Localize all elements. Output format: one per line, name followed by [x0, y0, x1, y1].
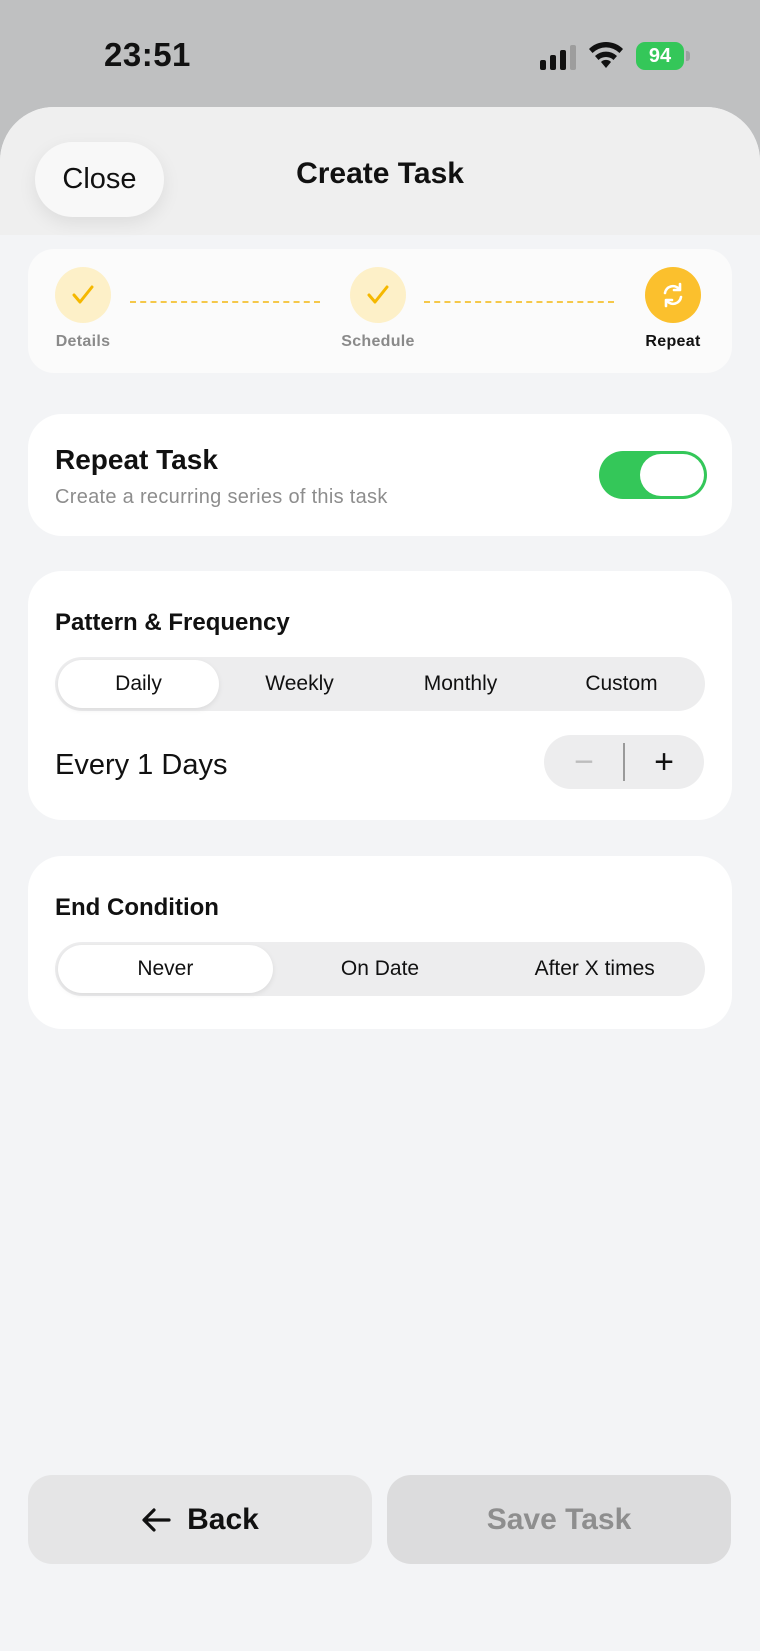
repeat-task-subtitle: Create a recurring series of this task [55, 486, 388, 508]
frequency-option-weekly[interactable]: Weekly [219, 660, 380, 708]
status-bar: 23:51 94 [0, 0, 760, 108]
step-label: Schedule [341, 333, 415, 350]
sheet-header: Close Create Task [0, 107, 760, 235]
sheet-title: Create Task [296, 157, 464, 190]
checkmark-icon [55, 267, 111, 323]
frequency-option-custom[interactable]: Custom [541, 660, 702, 708]
repeat-icon [645, 267, 701, 323]
repeat-task-title: Repeat Task [55, 444, 218, 475]
increment-button[interactable]: + [624, 735, 704, 789]
end-condition-card: End Condition Never On Date After X time… [28, 856, 732, 1029]
battery-level: 94 [648, 45, 672, 67]
end-option-never[interactable]: Never [58, 945, 273, 993]
step-connector [424, 301, 614, 303]
back-button-label: Back [187, 1502, 259, 1536]
battery-icon: 94 [636, 42, 692, 70]
step-repeat[interactable]: Repeat [613, 267, 733, 351]
step-connector [130, 301, 320, 303]
interval-stepper: − + [544, 735, 704, 789]
wifi-icon [589, 41, 623, 68]
step-label: Details [55, 333, 111, 350]
end-option-after-x-times[interactable]: After X times [487, 945, 702, 993]
frequency-option-monthly[interactable]: Monthly [380, 660, 541, 708]
toggle-knob [640, 454, 704, 496]
end-condition-segmented-control: Never On Date After X times [55, 942, 705, 996]
progress-stepper: Details Schedule Repeat [28, 249, 732, 373]
save-task-button[interactable]: Save Task [387, 1475, 731, 1564]
frequency-segmented-control: Daily Weekly Monthly Custom [55, 657, 705, 711]
repeat-toggle[interactable] [599, 451, 707, 499]
repeat-task-card: Repeat Task Create a recurring series of… [28, 414, 732, 536]
frequency-option-daily[interactable]: Daily [58, 660, 219, 708]
arrow-left-icon [141, 1507, 171, 1533]
end-condition-heading: End Condition [55, 894, 219, 921]
back-button[interactable]: Back [28, 1475, 372, 1564]
create-task-sheet: Close Create Task Details Schedule Repea… [0, 107, 760, 1651]
status-time: 23:51 [104, 36, 191, 73]
end-option-on-date[interactable]: On Date [273, 945, 488, 993]
step-schedule[interactable]: Schedule [318, 267, 438, 351]
step-label: Repeat [645, 333, 701, 350]
pattern-frequency-heading: Pattern & Frequency [55, 609, 290, 636]
step-details[interactable]: Details [23, 267, 143, 351]
checkmark-icon [350, 267, 406, 323]
cellular-signal-icon [540, 45, 576, 70]
pattern-frequency-card: Pattern & Frequency Daily Weekly Monthly… [28, 571, 732, 820]
decrement-button[interactable]: − [544, 735, 624, 789]
interval-text: Every 1 Days [55, 749, 228, 781]
